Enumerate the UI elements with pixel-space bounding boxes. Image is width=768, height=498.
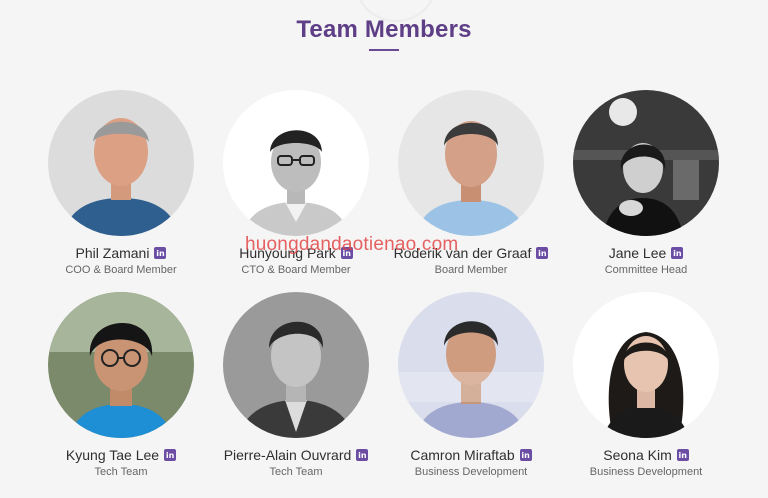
linkedin-icon[interactable]: in (536, 247, 549, 259)
member-role: Business Development (414, 466, 528, 478)
linkedin-icon[interactable]: in (340, 247, 353, 259)
member-photo (573, 292, 719, 438)
member-name: Roderik van der Graaf (393, 245, 532, 261)
member-name: Hunyoung Park (239, 245, 336, 261)
title-underline (369, 49, 399, 51)
avatar (398, 90, 544, 236)
member-role: Business Development (589, 466, 703, 478)
member-role: Committee Head (604, 264, 688, 276)
avatar (48, 90, 194, 236)
member-photo (398, 292, 544, 438)
member-role: Tech Team (94, 466, 148, 478)
member-name: Phil Zamani (75, 245, 150, 261)
member-photo (48, 292, 194, 438)
member-name: Camron Miraftab (410, 447, 515, 463)
member-card: Roderik van der Graaf in Board Member (384, 90, 558, 276)
member-photo (48, 90, 194, 236)
member-card: Kyung Tae Lee in Tech Team (34, 292, 208, 478)
member-card: Hunyoung Park in CTO & Board Member (209, 90, 383, 276)
avatar (223, 292, 369, 438)
member-card: Phil Zamani in COO & Board Member (34, 90, 208, 276)
member-role: CTO & Board Member (241, 264, 351, 276)
member-photo (223, 292, 369, 438)
linkedin-icon[interactable]: in (154, 247, 167, 259)
member-card: Seona Kim in Business Development (559, 292, 733, 478)
avatar (48, 292, 194, 438)
avatar (573, 90, 719, 236)
member-photo (223, 90, 369, 236)
member-name: Pierre-Alain Ouvrard (223, 447, 352, 463)
linkedin-icon[interactable]: in (671, 247, 684, 259)
member-name: Kyung Tae Lee (65, 447, 160, 463)
member-role: Tech Team (269, 466, 323, 478)
avatar (223, 90, 369, 236)
member-role: Board Member (434, 264, 508, 276)
linkedin-icon[interactable]: in (676, 449, 689, 461)
linkedin-icon[interactable]: in (356, 449, 369, 461)
member-photo (398, 90, 544, 236)
member-role: COO & Board Member (65, 264, 177, 276)
team-section: Team Members Phil Zamani in COO & Board … (0, 0, 768, 498)
member-photo (573, 90, 719, 236)
member-card: Jane Lee in Committee Head (559, 90, 733, 276)
member-card: Camron Miraftab in Business Development (384, 292, 558, 478)
section-title: Team Members (296, 16, 472, 43)
linkedin-icon[interactable]: in (519, 449, 532, 461)
member-card: Pierre-Alain Ouvrard in Tech Team (209, 292, 383, 478)
avatar (398, 292, 544, 438)
linkedin-icon[interactable]: in (164, 449, 177, 461)
member-name: Jane Lee (608, 245, 667, 261)
avatar (573, 292, 719, 438)
member-name: Seona Kim (603, 447, 672, 463)
